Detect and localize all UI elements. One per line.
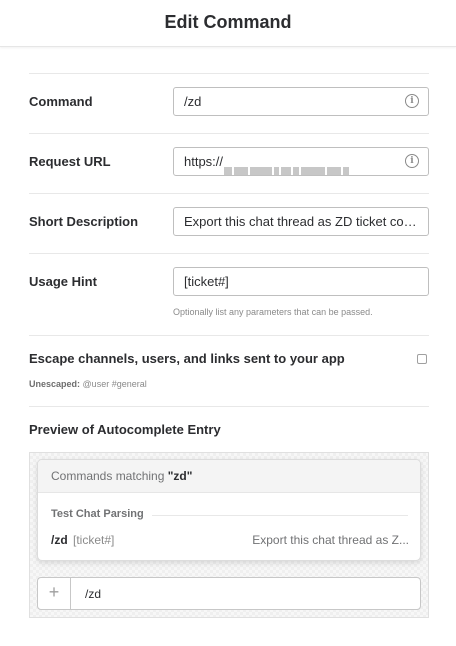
request-url-value: https:// xyxy=(184,154,224,169)
escape-label: Escape channels, users, and links sent t… xyxy=(29,351,345,366)
unescaped-value: @user #general xyxy=(82,379,147,389)
usage-hint-input[interactable]: [ticket#] xyxy=(173,267,429,296)
modal-header: Edit Command xyxy=(0,0,456,47)
divider xyxy=(29,73,429,74)
escape-checkbox[interactable] xyxy=(417,354,427,364)
usage-hint-label: Usage Hint xyxy=(29,274,97,289)
divider xyxy=(29,133,429,134)
matching-query: "zd" xyxy=(167,469,193,483)
divider xyxy=(29,193,429,194)
unescaped-label: Unescaped: xyxy=(29,379,81,389)
page-title: Edit Command xyxy=(164,12,292,32)
unescaped-example: Unescaped: @user #general xyxy=(29,379,147,389)
info-icon[interactable]: i xyxy=(405,94,419,108)
request-url-input[interactable]: https:// i xyxy=(173,147,429,176)
divider xyxy=(29,406,429,407)
command-hint: [ticket#] xyxy=(73,533,115,547)
usage-hint-help: Optionally list any parameters that can … xyxy=(173,307,373,317)
plus-icon[interactable]: + xyxy=(38,578,71,609)
divider xyxy=(29,253,429,254)
short-description-label: Short Description xyxy=(29,214,139,229)
command-description: Export this chat thread as Z... xyxy=(252,533,409,547)
command-input-value: /zd xyxy=(184,94,202,109)
request-url-label: Request URL xyxy=(29,154,111,169)
command-label: Command xyxy=(29,94,93,109)
short-description-input[interactable]: Export this chat thread as ZD ticket com… xyxy=(173,207,429,236)
message-text: /zd xyxy=(85,587,102,601)
autocomplete-header: Commands matching "zd" xyxy=(38,460,420,493)
divider xyxy=(29,335,429,336)
short-description-value: Export this chat thread as ZD ticket com… xyxy=(184,214,426,229)
autocomplete-item[interactable]: /zd [ticket#] Export this chat thread as… xyxy=(51,533,409,547)
usage-hint-value: [ticket#] xyxy=(184,274,229,289)
matching-prefix: Commands matching xyxy=(51,469,168,483)
preview-title: Preview of Autocomplete Entry xyxy=(29,422,221,437)
command-name: /zd xyxy=(51,533,68,547)
message-input[interactable]: + /zd xyxy=(37,577,421,610)
info-icon[interactable]: i xyxy=(405,154,419,168)
group-name: Test Chat Parsing xyxy=(51,508,144,520)
group-divider xyxy=(152,515,408,516)
autocomplete-popup: Commands matching "zd" Test Chat Parsing… xyxy=(37,459,421,561)
command-input[interactable]: /zd i xyxy=(173,87,429,116)
redacted-url-blur xyxy=(224,158,351,175)
